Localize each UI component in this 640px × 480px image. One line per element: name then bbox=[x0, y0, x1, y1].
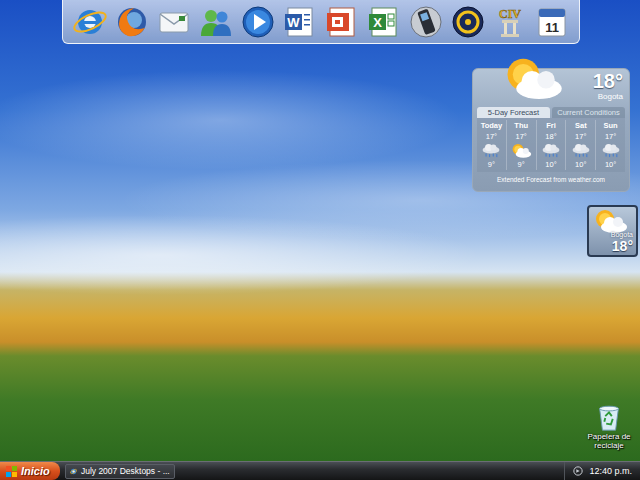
media-player-icon[interactable] bbox=[240, 4, 276, 40]
screen: W X CIV 11 18° Bogota 5-Day ForecastCurrent… bbox=[0, 0, 640, 480]
weather-tab[interactable]: 5-Day Forecast bbox=[477, 107, 550, 118]
desktop: W X CIV 11 18° Bogota 5-Day ForecastCurrent… bbox=[0, 0, 640, 461]
weather-tabs: 5-Day ForecastCurrent Conditions bbox=[477, 107, 625, 118]
dock-item[interactable] bbox=[156, 3, 193, 40]
rain-icon bbox=[539, 142, 563, 159]
excel-icon[interactable]: X bbox=[366, 4, 402, 40]
dock-item[interactable] bbox=[408, 3, 445, 40]
current-temperature: 18° bbox=[593, 71, 623, 92]
city-name: Bogota bbox=[611, 231, 633, 239]
recycle-bin-icon bbox=[594, 402, 624, 432]
forecast-day: Thu 17° 9° bbox=[507, 120, 537, 170]
dock-item[interactable] bbox=[324, 3, 361, 40]
dock-item[interactable] bbox=[198, 3, 235, 40]
forecast-day: Sun 17° 10° bbox=[596, 120, 625, 170]
messenger-icon[interactable] bbox=[198, 4, 234, 40]
current-temperature: 18° bbox=[612, 239, 633, 254]
dock-item[interactable]: CIV bbox=[492, 3, 529, 40]
svg-text:X: X bbox=[373, 15, 382, 30]
weather-gadget[interactable]: 18° Bogota 5-Day ForecastCurrent Conditi… bbox=[472, 68, 630, 192]
sun-cloud-icon bbox=[509, 142, 533, 159]
weather-footer[interactable]: Extended Forecast from weather.com bbox=[473, 172, 629, 186]
rain-icon bbox=[599, 142, 623, 159]
ie-icon[interactable] bbox=[72, 4, 108, 40]
taskbar: Inicio July 2007 Desktops - ... 12:40 p.… bbox=[0, 461, 640, 480]
forecast-day: Today 17° 9° bbox=[477, 120, 507, 170]
mini-weather-gadget[interactable]: Bogota 18° bbox=[587, 205, 638, 257]
mail-icon[interactable] bbox=[156, 4, 192, 40]
rain-icon bbox=[479, 142, 503, 159]
calendar-icon[interactable]: 11 bbox=[534, 4, 570, 40]
sun-cloud-icon bbox=[590, 207, 630, 235]
desktop-icon[interactable]: Papelera de reciclaje bbox=[578, 402, 640, 450]
word-icon[interactable]: W bbox=[282, 4, 318, 40]
power-dvd-icon[interactable] bbox=[450, 4, 486, 40]
rain-icon bbox=[569, 142, 593, 159]
taskbar-button[interactable]: July 2007 Desktops - ... bbox=[65, 464, 175, 479]
system-tray: 12:40 p.m. bbox=[564, 462, 640, 480]
forecast: Today 17° 9°Thu 17° 9°Fri 18° 10°Sat 17°… bbox=[477, 118, 625, 172]
dock-item[interactable]: 11 bbox=[534, 3, 571, 40]
svg-text:11: 11 bbox=[545, 20, 559, 35]
phone-icon[interactable] bbox=[408, 4, 444, 40]
sun-cloud-icon bbox=[497, 53, 567, 103]
svg-text:W: W bbox=[287, 15, 300, 30]
dock-item[interactable] bbox=[72, 3, 109, 40]
dock-item[interactable] bbox=[450, 3, 487, 40]
volume-icon[interactable] bbox=[573, 466, 583, 476]
firefox-icon[interactable] bbox=[114, 4, 150, 40]
weather-header: 18° Bogota bbox=[473, 69, 629, 105]
powerpoint-icon[interactable] bbox=[324, 4, 360, 40]
dock-item[interactable] bbox=[240, 3, 277, 40]
clock[interactable]: 12:40 p.m. bbox=[589, 466, 632, 476]
civ-icon[interactable]: CIV bbox=[492, 4, 528, 40]
dock: W X CIV 11 bbox=[62, 0, 580, 44]
start-button[interactable]: Inicio bbox=[0, 462, 60, 480]
forecast-day: Fri 18° 10° bbox=[537, 120, 567, 170]
forecast-day: Sat 17° 10° bbox=[566, 120, 596, 170]
city-name: Bogota bbox=[598, 92, 623, 102]
dock-item[interactable] bbox=[114, 3, 151, 40]
dock-item[interactable]: X bbox=[366, 3, 403, 40]
ie-icon bbox=[70, 466, 77, 477]
svg-text:CIV: CIV bbox=[499, 7, 521, 21]
dock-item[interactable]: W bbox=[282, 3, 319, 40]
weather-tab[interactable]: Current Conditions bbox=[552, 107, 625, 118]
windows-flag-icon bbox=[6, 466, 17, 477]
